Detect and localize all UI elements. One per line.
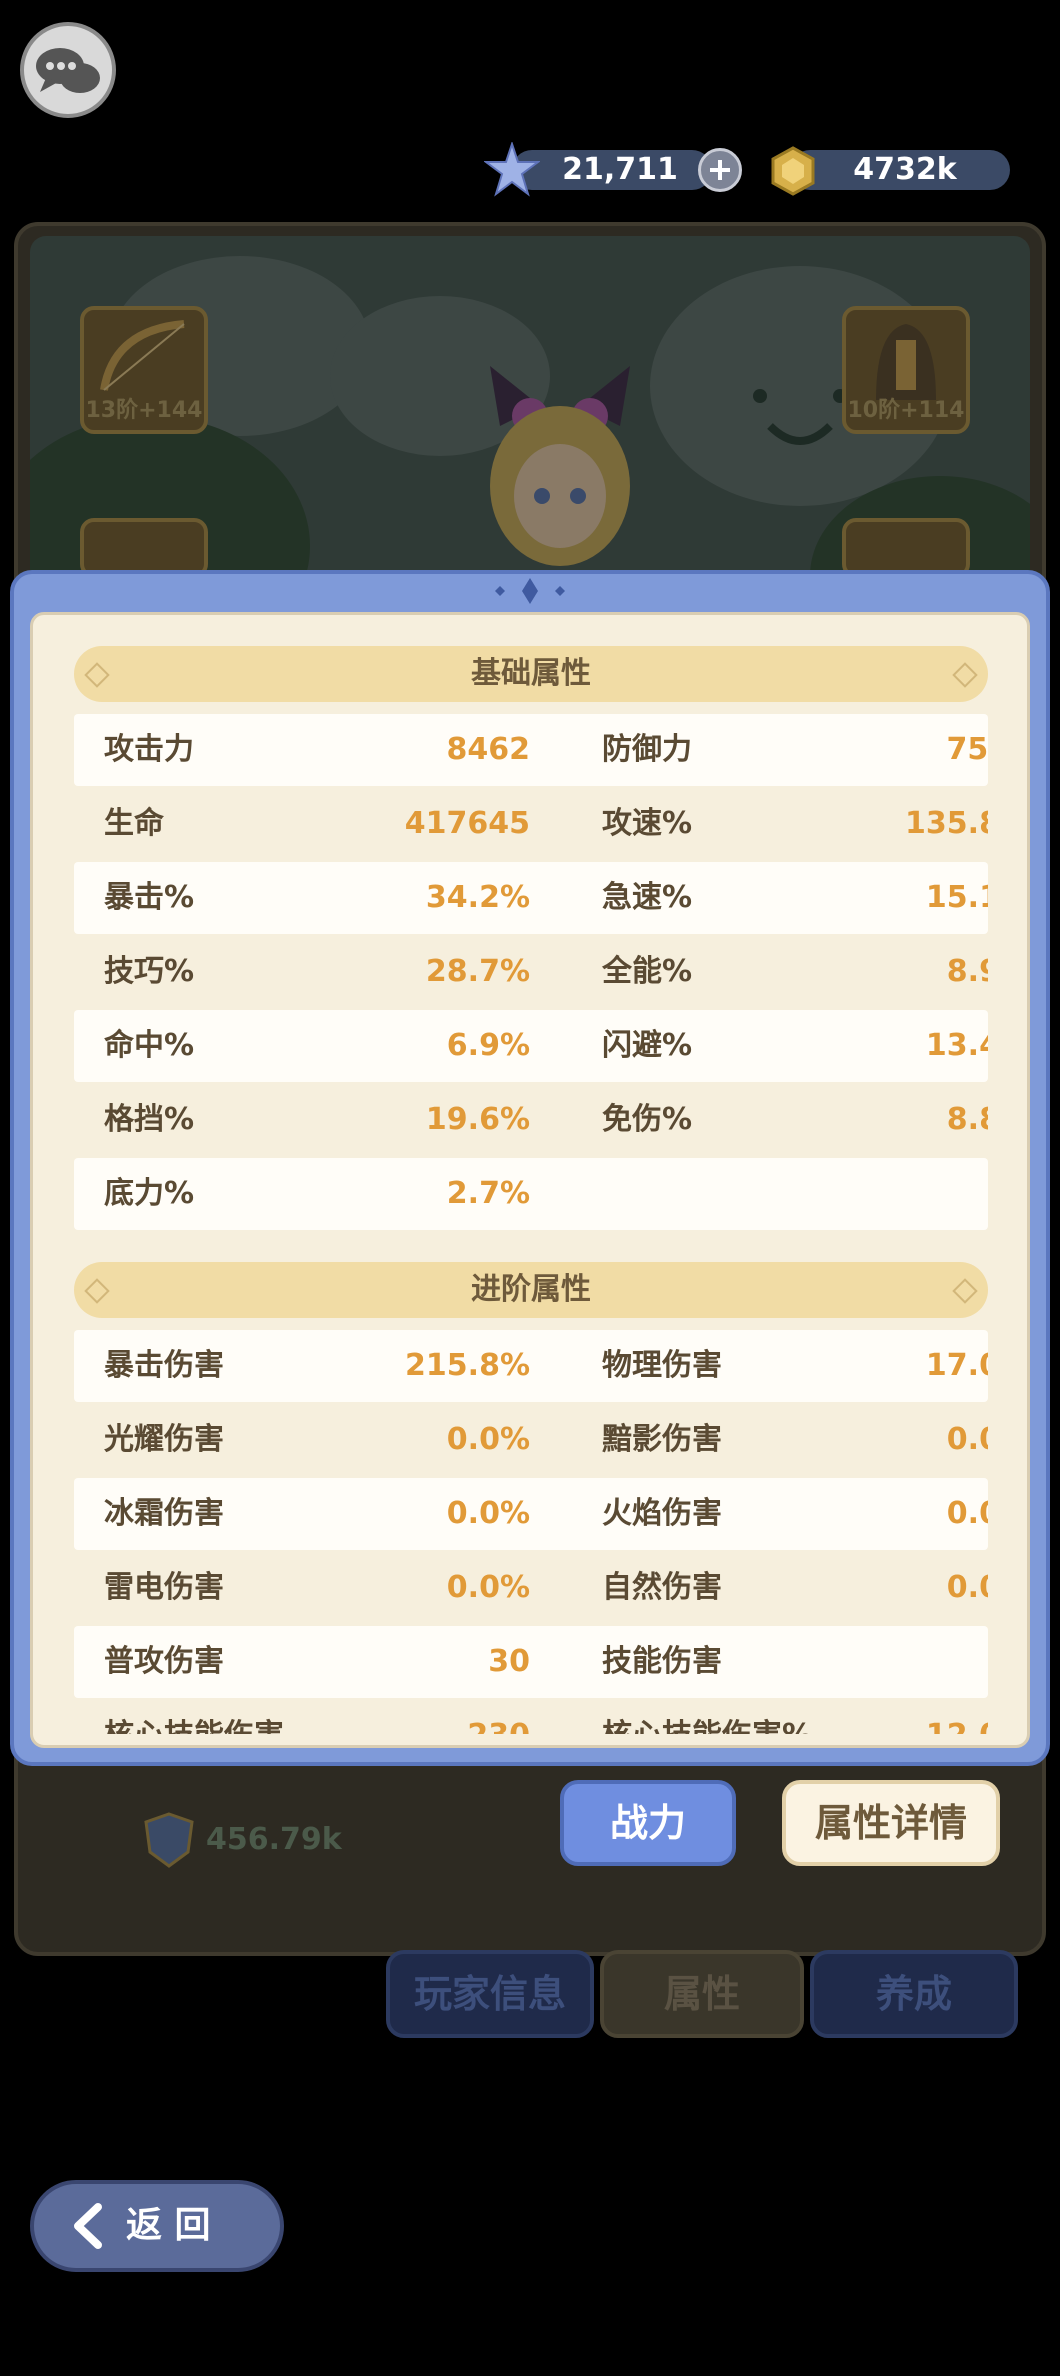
back-button-label: 返 回 — [126, 2205, 211, 2246]
attribute-row: 攻击力 8462 防御力 7505 — [74, 714, 988, 786]
attribute-label: 光耀伤害 — [104, 1422, 224, 1457]
attribute-label: 自然伤害 — [602, 1570, 722, 1605]
tab-power[interactable]: 战力 — [560, 1780, 736, 1866]
tab-power-label: 战力 — [609, 1801, 686, 1845]
tab-attributes-label: 属性 — [663, 1972, 740, 2016]
attribute-label: 命中% — [104, 1028, 195, 1063]
equipment-level-label: 10阶+114 — [847, 398, 965, 423]
back-arrow-icon — [74, 2203, 102, 2249]
attribute-value: 0.0% — [446, 1496, 530, 1531]
attribute-value: 417645 — [404, 806, 530, 841]
attribute-row: 技巧% 28.7% 全能% 8.9% — [74, 936, 988, 1008]
attribute-label: 暴击伤害 — [104, 1348, 224, 1383]
attribute-label: 急速% — [602, 880, 693, 915]
chat-icon — [36, 48, 100, 93]
attribute-label: 核心技能伤害% — [602, 1700, 812, 1734]
attribute-label: 冰霜伤害 — [104, 1496, 224, 1531]
attribute-label: 火焰伤害 — [602, 1496, 722, 1531]
basic-attributes-header: 基础属性 — [74, 646, 988, 702]
attribute-value: 0.0% — [946, 1422, 988, 1457]
chat-button[interactable] — [20, 22, 116, 118]
attribute-row: 格挡% 19.6% 免伤% 8.8% — [74, 1084, 988, 1156]
tab-player-info[interactable]: 玩家信息 — [386, 1950, 594, 2038]
section-title: 基础属性 — [471, 656, 591, 691]
attribute-label: 生命 — [104, 806, 164, 841]
attribute-value: 0.0% — [446, 1570, 530, 1605]
attribute-label: 黯影伤害 — [602, 1422, 722, 1457]
attribute-row: 光耀伤害 0.0% 黯影伤害 0.0% — [74, 1404, 988, 1476]
equipment-slot-bow[interactable]: 13阶+144 — [80, 306, 208, 434]
section-title: 进阶属性 — [471, 1272, 591, 1307]
tab-player-info-label: 玩家信息 — [413, 1972, 566, 2016]
attribute-value: 0.0% — [946, 1496, 988, 1531]
attribute-value: 30 — [488, 1644, 530, 1679]
attribute-value: 230 — [380, 1700, 530, 1734]
equipment-slot-accessory[interactable] — [842, 518, 970, 578]
attribute-row: 暴击伤害 215.8% 物理伤害 17.0% — [74, 1330, 988, 1402]
tab-develop[interactable]: 养成 — [810, 1950, 1018, 2038]
attribute-value: 34.2% — [425, 880, 530, 915]
attribute-row: 命中% 6.9% 闪避% 13.4% — [74, 1010, 988, 1082]
equipment-level-label: 13阶+144 — [85, 398, 203, 423]
tab-develop-label: 养成 — [875, 1972, 952, 2016]
add-gems-button[interactable] — [698, 148, 742, 192]
attribute-value: 8.9% — [946, 954, 988, 989]
advanced-attributes-header: 进阶属性 — [74, 1262, 988, 1318]
attribute-value: 15.1% — [925, 880, 988, 915]
attribute-label: 免伤% — [602, 1102, 693, 1137]
character-portrait — [490, 366, 630, 566]
attribute-row: 冰霜伤害 0.0% 火焰伤害 0.0% — [74, 1478, 988, 1550]
attribute-label: 技能伤害 — [602, 1644, 722, 1679]
power-value: 456.79k — [206, 1822, 342, 1857]
tab-attribute-details[interactable]: 属性详情 — [782, 1780, 1000, 1866]
plus-icon — [710, 160, 730, 180]
attribute-label: 雷电伤害 — [104, 1570, 224, 1605]
attribute-value: 12.0% — [880, 1700, 988, 1734]
attribute-row: 雷电伤害 0.0% 自然伤害 0.0% — [74, 1552, 988, 1624]
attribute-label: 核心技能伤害 — [104, 1700, 284, 1734]
attribute-label: 格挡% — [104, 1102, 195, 1137]
attribute-label: 防御力 — [602, 732, 692, 767]
attribute-value: 215.8% — [405, 1348, 530, 1383]
gem-amount: 21,711 — [562, 152, 678, 187]
attribute-value: 19.6% — [425, 1102, 530, 1137]
equipment-slot-armor[interactable] — [80, 518, 208, 578]
attribute-value: 13.4% — [925, 1028, 988, 1063]
attribute-value: 6.9% — [446, 1028, 530, 1063]
tab-attributes[interactable]: 属性 — [600, 1950, 804, 2038]
attribute-label: 暴击% — [104, 880, 195, 915]
attribute-value: 8462 — [446, 732, 531, 767]
attribute-label: 全能% — [602, 954, 693, 989]
gem-icon — [484, 142, 540, 197]
attribute-value: 2.7% — [446, 1176, 530, 1211]
back-button[interactable]: 返 回 — [30, 2180, 284, 2272]
attribute-label: 攻速% — [602, 806, 693, 841]
attribute-label: 技巧% — [104, 954, 195, 989]
attribute-row: 普攻伤害 30 技能伤害 15 — [74, 1626, 988, 1698]
attribute-label: 底力% — [104, 1176, 195, 1211]
attribute-value: 15 — [880, 1626, 988, 1698]
tab-attribute-details-label: 属性详情 — [814, 1801, 967, 1845]
attribute-row: 底力% 2.7% — [74, 1158, 988, 1230]
attribute-label: 物理伤害 — [602, 1348, 722, 1383]
gold-amount: 4732k — [853, 152, 957, 187]
modal-ornament — [495, 578, 565, 604]
gold-coin-icon — [771, 146, 815, 196]
attribute-row: 暴击% 34.2% 急速% 15.1% — [74, 862, 988, 934]
power-shield-icon — [144, 1812, 194, 1868]
attribute-value: 7505 — [946, 732, 989, 767]
attributes-scroll-list[interactable]: 基础属性 攻击力 8462 防御力 7505 生命 417645 攻速% 135… — [74, 646, 988, 1734]
attribute-label: 闪避% — [602, 1028, 693, 1063]
attribute-value: 17.0% — [925, 1348, 988, 1383]
attribute-label: 普攻伤害 — [104, 1644, 224, 1679]
attribute-value: 8.8% — [946, 1102, 988, 1137]
equipment-slot-helmet[interactable]: 10阶+114 — [842, 306, 970, 434]
attribute-row: 核心技能伤害 230 核心技能伤害% 12.0% — [74, 1700, 988, 1734]
attribute-label: 攻击力 — [104, 732, 194, 767]
attribute-value: 28.7% — [425, 954, 530, 989]
attribute-value: 0.0% — [446, 1422, 530, 1457]
attribute-row: 生命 417645 攻速% 135.8% — [74, 788, 988, 860]
attribute-value: 0.0% — [946, 1570, 988, 1605]
attribute-value: 135.8% — [905, 806, 988, 841]
